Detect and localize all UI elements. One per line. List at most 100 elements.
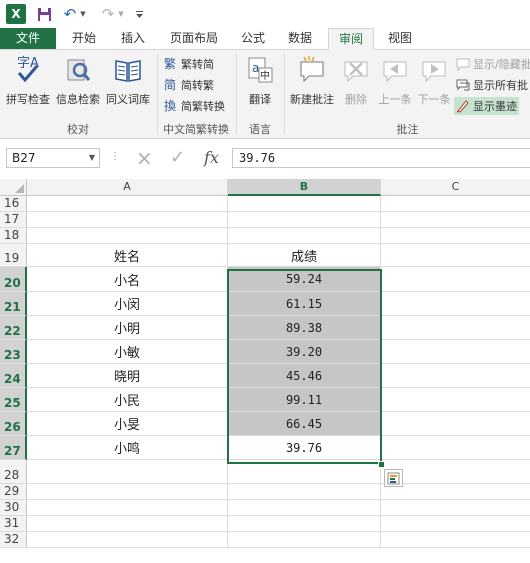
- save-icon[interactable]: [36, 4, 52, 24]
- insert-function-icon[interactable]: fx: [204, 148, 219, 167]
- cell-c26[interactable]: [381, 412, 530, 436]
- cell-a31[interactable]: [27, 516, 228, 532]
- enter-icon[interactable]: ✓: [170, 147, 185, 168]
- chinese-conversion-button[interactable]: 換 简繁转换: [164, 98, 225, 114]
- cell-a21[interactable]: 小闵: [27, 292, 228, 316]
- cell-b27[interactable]: 39.76: [228, 436, 381, 460]
- cell-b23[interactable]: 39.20: [228, 340, 381, 364]
- name-box[interactable]: B27 ▼: [6, 148, 100, 168]
- show-all-comments-button[interactable]: 显示所有批: [456, 77, 528, 93]
- cell-c22[interactable]: [381, 316, 530, 340]
- cell-b16[interactable]: [228, 196, 381, 212]
- cell-b22[interactable]: 89.38: [228, 316, 381, 340]
- delete-comment-button[interactable]: 删除: [338, 54, 374, 107]
- cell-c28[interactable]: [381, 460, 530, 484]
- select-all-corner[interactable]: [0, 179, 27, 196]
- next-comment-button[interactable]: 下一条: [414, 54, 454, 107]
- row-header-28[interactable]: 28: [0, 460, 27, 484]
- cell-a23[interactable]: 小敏: [27, 340, 228, 364]
- cell-a19[interactable]: 姓名: [27, 244, 228, 267]
- redo-icon[interactable]: ↷: [100, 4, 116, 24]
- cell-b25[interactable]: 99.11: [228, 388, 381, 412]
- cell-a28[interactable]: [27, 460, 228, 484]
- cell-a25[interactable]: 小民: [27, 388, 228, 412]
- tab-page-layout[interactable]: 页面布局: [162, 28, 226, 50]
- tab-view[interactable]: 视图: [382, 28, 418, 50]
- cell-c23[interactable]: [381, 340, 530, 364]
- row-header-17[interactable]: 17: [0, 212, 27, 228]
- excel-logo-icon[interactable]: X: [6, 4, 26, 24]
- column-header-a[interactable]: A: [27, 179, 228, 196]
- cell-a18[interactable]: [27, 228, 228, 244]
- research-button[interactable]: 信息检索: [54, 54, 102, 107]
- cell-b32[interactable]: [228, 532, 381, 548]
- simp-to-trad-button[interactable]: 简 简转繁: [164, 77, 214, 93]
- tab-insert[interactable]: 插入: [113, 28, 153, 50]
- cell-c20[interactable]: [381, 267, 530, 292]
- cell-a22[interactable]: 小明: [27, 316, 228, 340]
- name-box-dropdown-icon[interactable]: ▼: [89, 149, 95, 167]
- cell-a17[interactable]: [27, 212, 228, 228]
- row-header-20[interactable]: 20: [0, 267, 27, 292]
- cell-c19[interactable]: [381, 244, 530, 267]
- cell-a27[interactable]: 小鸣: [27, 436, 228, 460]
- cell-a29[interactable]: [27, 484, 228, 500]
- tab-home[interactable]: 开始: [64, 28, 104, 50]
- cell-c31[interactable]: [381, 516, 530, 532]
- cell-c30[interactable]: [381, 500, 530, 516]
- cell-c24[interactable]: [381, 364, 530, 388]
- cell-c32[interactable]: [381, 532, 530, 548]
- cell-b20[interactable]: 59.24: [228, 267, 381, 292]
- row-header-30[interactable]: 30: [0, 500, 27, 516]
- cell-b28[interactable]: [228, 460, 381, 484]
- redo-dropdown-icon[interactable]: ▼: [117, 4, 125, 24]
- tab-review[interactable]: 审阅: [328, 28, 374, 50]
- cell-a26[interactable]: 小旻: [27, 412, 228, 436]
- cell-b24[interactable]: 45.46: [228, 364, 381, 388]
- show-ink-button[interactable]: 显示墨迹: [454, 97, 519, 115]
- previous-comment-button[interactable]: 上一条: [375, 54, 415, 107]
- row-header-21[interactable]: 21: [0, 292, 27, 316]
- cell-b31[interactable]: [228, 516, 381, 532]
- row-header-31[interactable]: 31: [0, 516, 27, 532]
- cell-c21[interactable]: [381, 292, 530, 316]
- cell-c27[interactable]: [381, 436, 530, 460]
- row-header-27[interactable]: 27: [0, 436, 27, 460]
- cancel-icon[interactable]: ×: [136, 146, 153, 170]
- row-header-26[interactable]: 26: [0, 412, 27, 436]
- tab-data[interactable]: 数据: [280, 28, 320, 50]
- cell-c25[interactable]: [381, 388, 530, 412]
- translate-button[interactable]: a 中 翻译: [240, 54, 280, 107]
- tab-formulas[interactable]: 公式: [235, 28, 271, 50]
- row-header-25[interactable]: 25: [0, 388, 27, 412]
- column-header-c[interactable]: C: [381, 179, 530, 196]
- tab-file[interactable]: 文件: [0, 28, 56, 50]
- row-header-22[interactable]: 22: [0, 316, 27, 340]
- formula-input[interactable]: 39.76: [232, 148, 530, 168]
- cell-c29[interactable]: [381, 484, 530, 500]
- quick-analysis-button[interactable]: [384, 469, 403, 487]
- cell-b17[interactable]: [228, 212, 381, 228]
- row-header-29[interactable]: 29: [0, 484, 27, 500]
- row-header-24[interactable]: 24: [0, 364, 27, 388]
- cell-b21[interactable]: 61.15: [228, 292, 381, 316]
- undo-dropdown-icon[interactable]: ▼: [79, 4, 87, 24]
- undo-icon[interactable]: ↶: [62, 4, 78, 24]
- cell-b19[interactable]: 成绩: [228, 244, 381, 267]
- cell-a16[interactable]: [27, 196, 228, 212]
- cell-b18[interactable]: [228, 228, 381, 244]
- cell-c18[interactable]: [381, 228, 530, 244]
- row-header-16[interactable]: 16: [0, 196, 27, 212]
- cell-b29[interactable]: [228, 484, 381, 500]
- spelling-button[interactable]: 字A 拼写检查: [4, 54, 52, 107]
- cell-a20[interactable]: 小名: [27, 267, 228, 292]
- row-header-32[interactable]: 32: [0, 532, 27, 548]
- cell-c16[interactable]: [381, 196, 530, 212]
- cell-b30[interactable]: [228, 500, 381, 516]
- new-comment-button[interactable]: 新建批注: [288, 54, 336, 107]
- row-header-18[interactable]: 18: [0, 228, 27, 244]
- cell-c17[interactable]: [381, 212, 530, 228]
- row-header-19[interactable]: 19: [0, 244, 27, 267]
- cell-a30[interactable]: [27, 500, 228, 516]
- customize-qat-icon[interactable]: [134, 4, 144, 24]
